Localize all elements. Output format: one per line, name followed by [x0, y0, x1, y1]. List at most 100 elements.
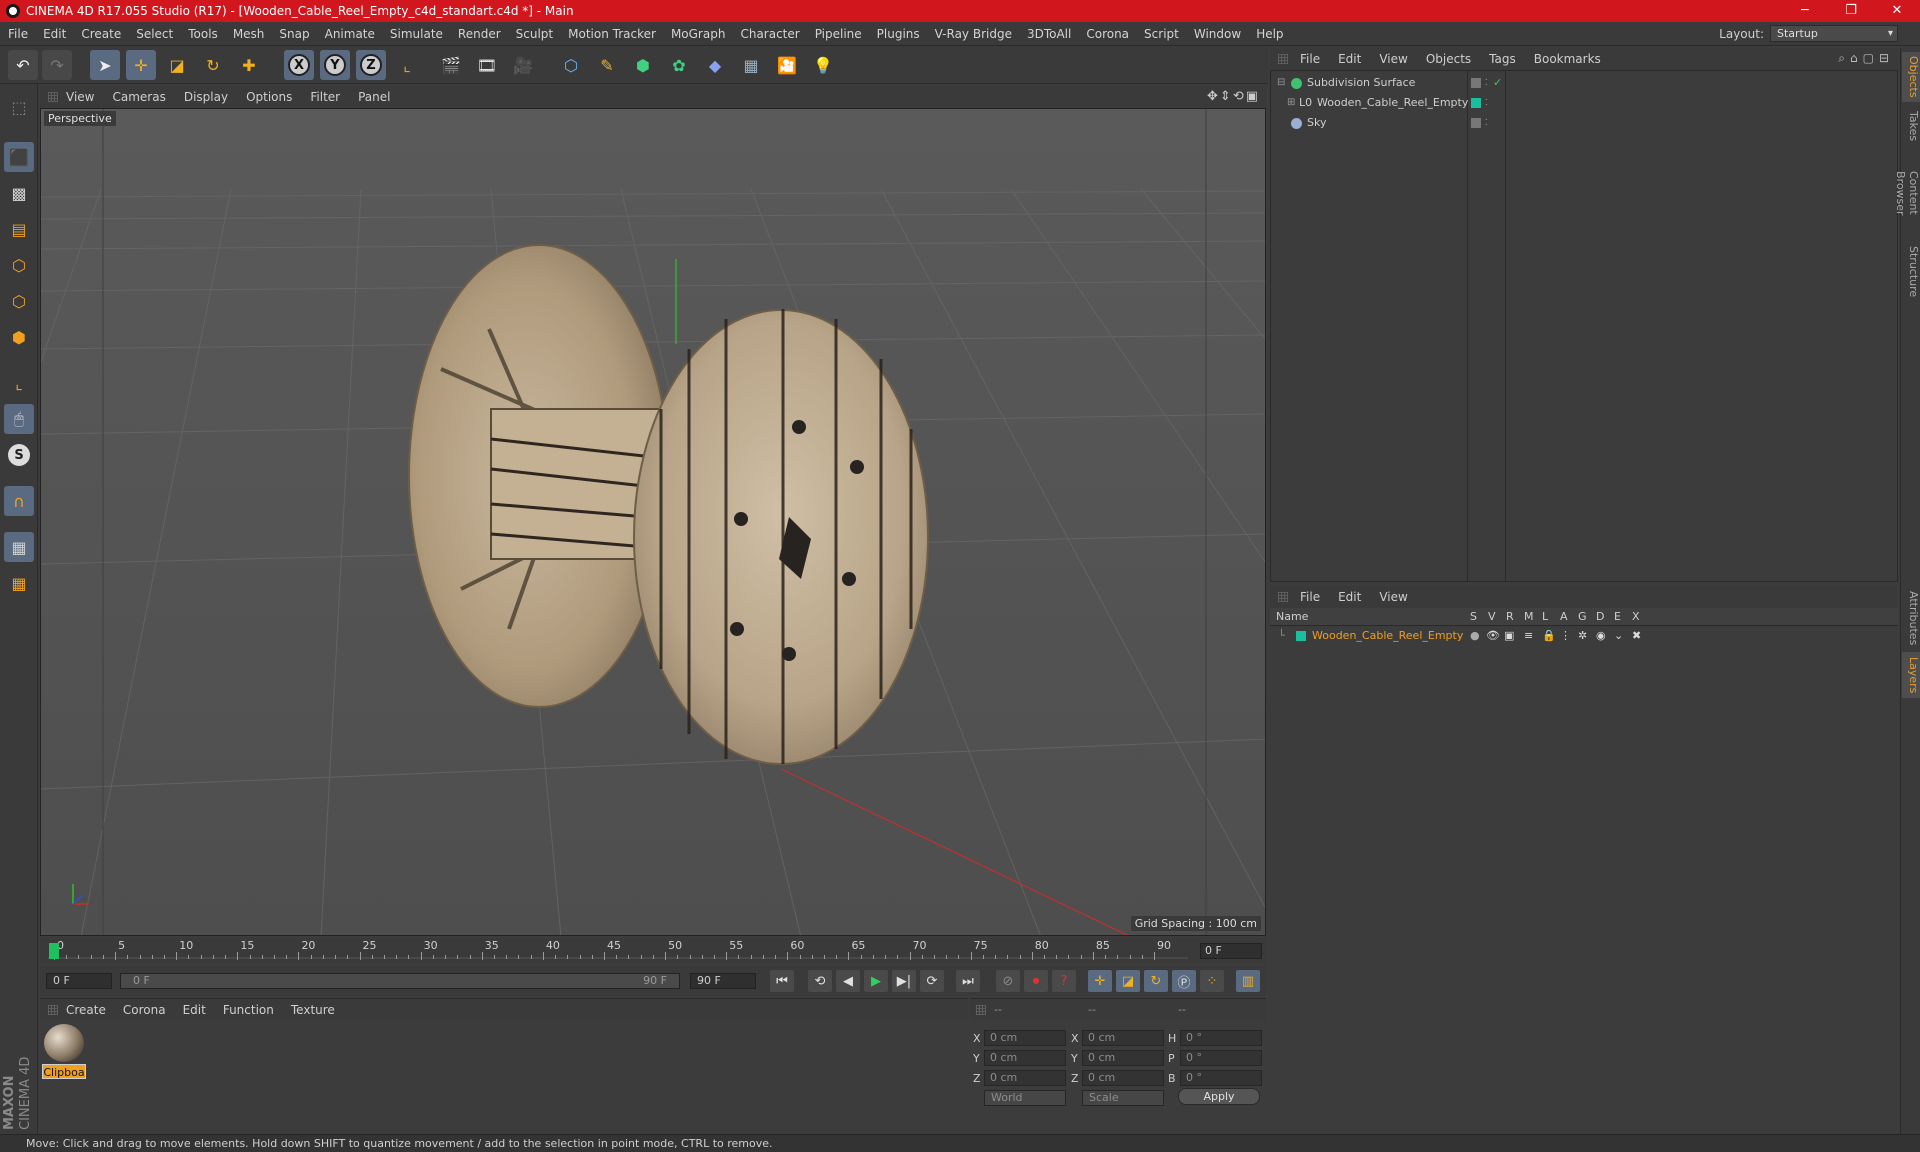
objects-menu-objects[interactable]: Objects — [1426, 52, 1471, 66]
panel-grip-icon[interactable] — [1278, 592, 1288, 602]
object-row-wooden-cable-reel[interactable]: ⊞ L0 Wooden_Cable_Reel_Empty ⁚ — [1271, 93, 1897, 113]
visibility-dots-icon[interactable]: ⁚ — [1485, 73, 1488, 93]
tab-objects[interactable]: Objects — [1902, 52, 1920, 102]
objects-menu-bookmarks[interactable]: Bookmarks — [1534, 52, 1601, 66]
x-axis-lock-icon[interactable]: X — [284, 50, 314, 80]
menu-simulate[interactable]: Simulate — [390, 27, 443, 41]
tweak-mode-icon[interactable]: 🖱 — [4, 404, 34, 434]
size-x-field[interactable]: 0 cm — [1082, 1030, 1164, 1046]
deformer-icon[interactable]: ◆ — [700, 50, 730, 80]
play-icon[interactable]: ▶ — [864, 970, 888, 992]
cloner-icon[interactable]: ✿ — [664, 50, 694, 80]
layout-dropdown[interactable]: Startup — [1770, 25, 1898, 42]
expand-icon[interactable]: ⊞ — [1287, 93, 1295, 113]
viewport-menu-display[interactable]: Display — [184, 90, 228, 104]
menu-character[interactable]: Character — [740, 27, 799, 41]
material-menu-function[interactable]: Function — [223, 1003, 274, 1017]
key-scale-icon[interactable]: ◪ — [1116, 970, 1140, 992]
key-rotation-icon[interactable]: ↻ — [1144, 970, 1168, 992]
material-menu-texture[interactable]: Texture — [291, 1003, 335, 1017]
next-key-icon[interactable]: ⟳ — [920, 970, 944, 992]
render-settings-icon[interactable]: 🎥 — [508, 50, 538, 80]
transform-tool-icon[interactable]: ✚ — [234, 50, 264, 80]
autokey-icon[interactable]: ⏺ — [1024, 970, 1048, 992]
menu-motion-tracker[interactable]: Motion Tracker — [568, 27, 656, 41]
lock-toggle-icon[interactable]: 🔒 — [1542, 626, 1556, 646]
end-frame-field[interactable]: 90 F — [690, 973, 756, 989]
menu-edit[interactable]: Edit — [43, 27, 66, 41]
collapse-icon[interactable]: ⊟ — [1277, 73, 1285, 93]
objects-menu-file[interactable]: File — [1300, 52, 1320, 66]
key-position-icon[interactable]: ✛ — [1088, 970, 1112, 992]
visibility-dots-icon[interactable]: ⁚ — [1485, 113, 1488, 133]
coordinate-system-icon[interactable]: ⌞ — [392, 50, 422, 80]
menu-tools[interactable]: Tools — [188, 27, 218, 41]
menu-file[interactable]: File — [8, 27, 28, 41]
workplane-rotate-icon[interactable]: ▦ — [4, 568, 34, 598]
viewport-menu-options[interactable]: Options — [246, 90, 292, 104]
layer-color-icon[interactable] — [1471, 98, 1481, 108]
move-tool-icon[interactable]: ✛ — [126, 50, 156, 80]
viewport-menu-cameras[interactable]: Cameras — [112, 90, 165, 104]
viewport-menu-filter[interactable]: Filter — [310, 90, 340, 104]
material-menu-create[interactable]: Create — [66, 1003, 106, 1017]
rotation-h-field[interactable]: 0 ° — [1180, 1030, 1262, 1046]
viewport-menu-panel[interactable]: Panel — [358, 90, 390, 104]
menu-script[interactable]: Script — [1144, 27, 1179, 41]
tab-takes[interactable]: Takes — [1902, 106, 1920, 146]
layer-tag-icon[interactable] — [1471, 78, 1481, 88]
range-slider[interactable]: 0 F 90 F — [120, 973, 680, 989]
key-pla-icon[interactable]: ⁘ — [1200, 970, 1224, 992]
viewport-navigation-icons[interactable]: ✥⇕⟲▣ — [1207, 89, 1260, 104]
panel-grip-icon[interactable] — [48, 1005, 58, 1015]
size-mode-dropdown[interactable]: Scale — [1082, 1090, 1164, 1106]
menu-3dtoall[interactable]: 3DToAll — [1027, 27, 1071, 41]
view-toggle-icon[interactable]: 👁 — [1486, 626, 1500, 646]
scale-tool-icon[interactable]: ◪ — [162, 50, 192, 80]
live-selection-icon[interactable]: ➤ — [90, 50, 120, 80]
menu-vray-bridge[interactable]: V-Ray Bridge — [935, 27, 1012, 41]
viewport-menu-view[interactable]: View — [66, 90, 94, 104]
material-swatch-label[interactable]: Clipboa — [42, 1064, 86, 1079]
render-view-icon[interactable]: 🎬 — [436, 50, 466, 80]
rotation-p-field[interactable]: 0 ° — [1180, 1050, 1262, 1066]
objects-menu-edit[interactable]: Edit — [1338, 52, 1361, 66]
objects-menu-view[interactable]: View — [1379, 52, 1407, 66]
rotation-b-field[interactable]: 0 ° — [1180, 1070, 1262, 1086]
tab-structure[interactable]: Structure — [1902, 242, 1920, 300]
rotate-tool-icon[interactable]: ↻ — [198, 50, 228, 80]
timeline-window-icon[interactable]: ▥ — [1236, 970, 1260, 992]
material-swatch[interactable] — [44, 1024, 84, 1062]
subdivision-generator-icon[interactable]: ⬢ — [628, 50, 658, 80]
current-frame-field[interactable]: 0 F — [1200, 943, 1262, 959]
objects-menu-tags[interactable]: Tags — [1489, 52, 1516, 66]
playhead-marker[interactable] — [49, 943, 59, 959]
solo-toggle-icon[interactable]: ● — [1470, 626, 1480, 646]
keyframe-selection-icon[interactable]: ? — [1052, 970, 1076, 992]
render-picture-viewer-icon[interactable]: 🎞 — [472, 50, 502, 80]
menu-help[interactable]: Help — [1256, 27, 1283, 41]
perspective-viewport[interactable]: Perspective Grid Spacing : 100 cm — [40, 108, 1266, 936]
xref-toggle-icon[interactable]: ✖ — [1632, 626, 1641, 646]
y-axis-lock-icon[interactable]: Y — [320, 50, 350, 80]
menu-corona[interactable]: Corona — [1086, 27, 1129, 41]
floor-environment-icon[interactable]: ▦ — [736, 50, 766, 80]
workplane-mode-icon[interactable]: ▤ — [4, 214, 34, 244]
workplane-lock-icon[interactable]: ▦ — [4, 532, 34, 562]
layer-color-icon[interactable] — [1296, 631, 1306, 641]
menu-animate[interactable]: Animate — [325, 27, 375, 41]
pen-spline-icon[interactable]: ✎ — [592, 50, 622, 80]
undo-button[interactable]: ↶ — [8, 50, 38, 80]
close-button[interactable]: ✕ — [1874, 0, 1920, 22]
model-mode-icon[interactable]: ⬛ — [4, 142, 34, 172]
panel-grip-icon[interactable] — [48, 92, 58, 102]
key-parameter-icon[interactable]: Ⓟ — [1172, 970, 1196, 992]
manager-toggle-icon[interactable]: ≡ — [1524, 626, 1533, 646]
previous-key-icon[interactable]: ⟲ — [808, 970, 832, 992]
texture-mode-icon[interactable]: ▩ — [4, 178, 34, 208]
maximize-button[interactable]: ❐ — [1828, 0, 1874, 22]
points-mode-icon[interactable]: ⬡ — [4, 250, 34, 280]
material-menu-edit[interactable]: Edit — [183, 1003, 206, 1017]
menu-window[interactable]: Window — [1194, 27, 1241, 41]
material-menu-corona[interactable]: Corona — [123, 1003, 166, 1017]
